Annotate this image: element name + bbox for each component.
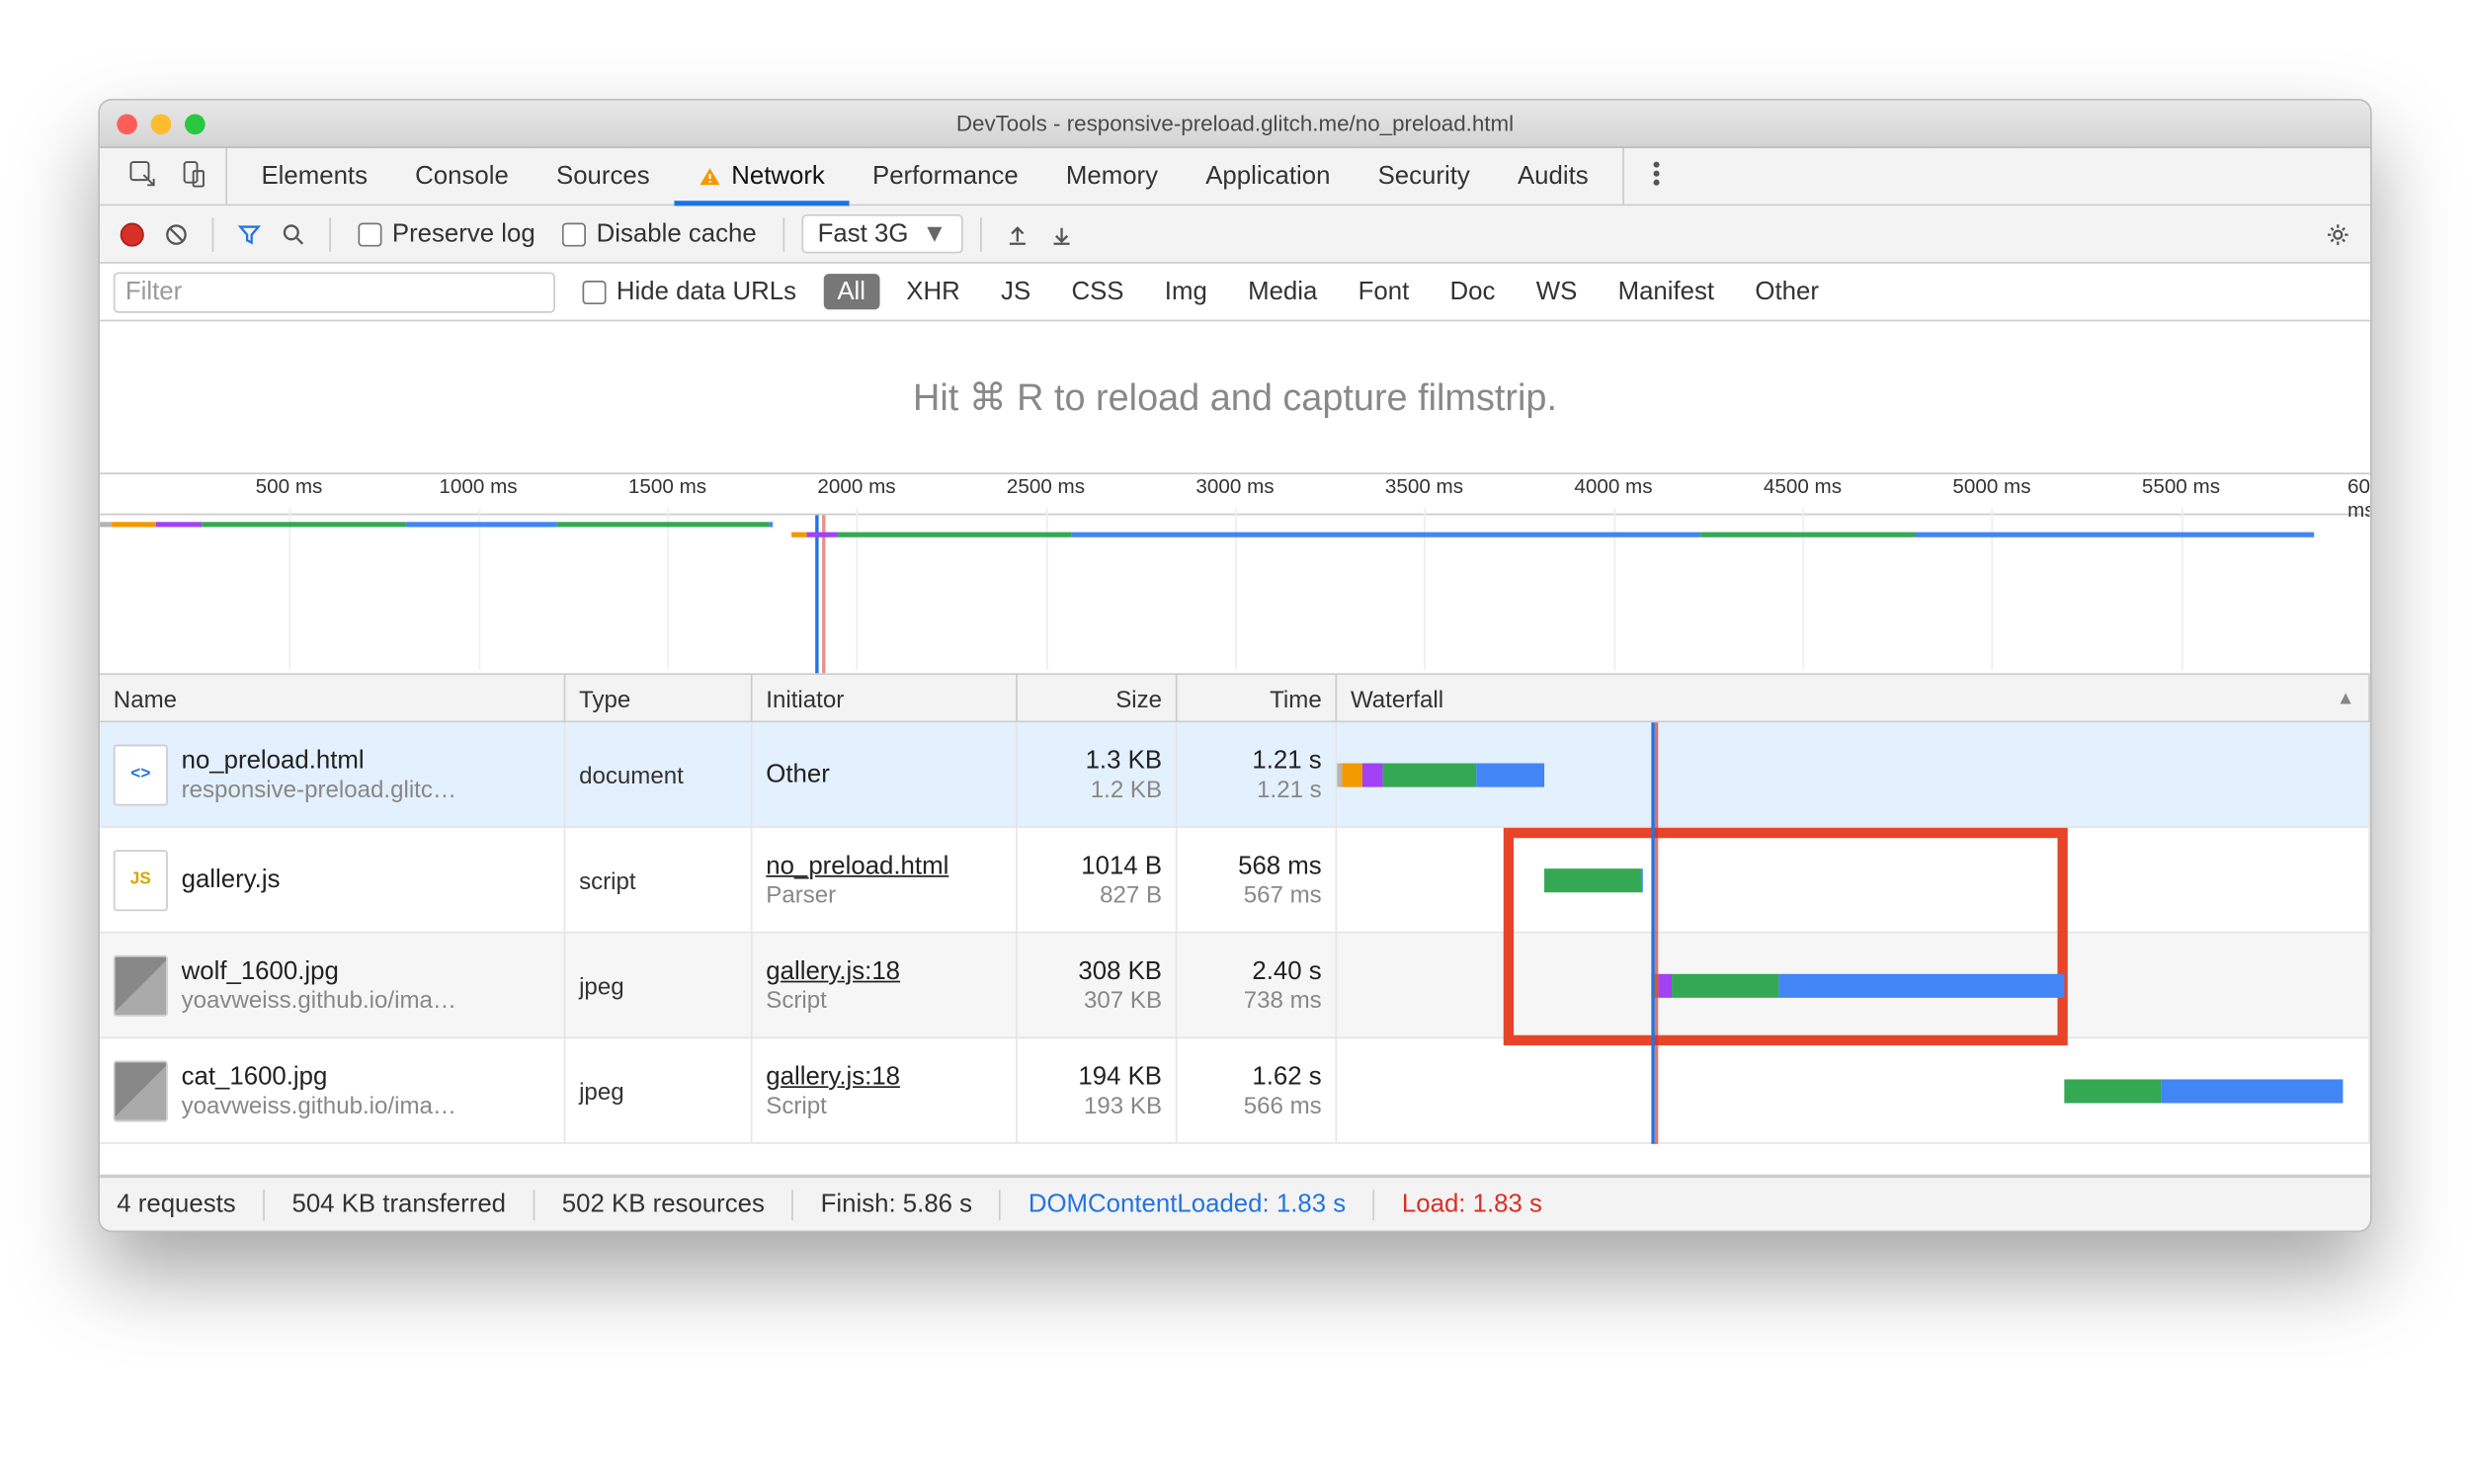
filter-type-all[interactable]: All [824,274,879,309]
inspect-icon[interactable] [127,158,158,194]
ruler-tick: 2000 ms [817,474,895,498]
header-size[interactable]: Size [1018,675,1178,720]
download-har-icon[interactable] [1042,215,1080,253]
zoom-icon[interactable] [185,114,206,134]
request-table: Name Type Initiator Size Time Waterfall … [100,675,2370,1176]
upload-har-icon[interactable] [998,215,1035,253]
tab-application[interactable]: Application [1182,148,1354,205]
tab-network[interactable]: Network [674,148,849,205]
tab-security[interactable]: Security [1355,148,1494,205]
window-title: DevTools - responsive-preload.glitch.me/… [100,111,2370,136]
table-row[interactable]: JSgallery.jsscriptno_preload.htmlParser1… [100,828,2370,934]
tab-elements[interactable]: Elements [237,148,391,205]
record-button[interactable] [114,215,151,253]
header-name[interactable]: Name [100,675,565,720]
disable-cache-checkbox[interactable]: Disable cache [562,219,756,248]
overview-timeline[interactable]: 500 ms 1000 ms 1500 ms 2000 ms 2500 ms 3000 m… [100,474,2370,675]
tab-performance[interactable]: Performance [849,148,1042,205]
ruler-tick: 5500 ms [2142,474,2220,498]
filter-input[interactable]: Filter [114,272,555,312]
ruler-tick: 1500 ms [628,474,706,498]
ruler-tick: 3500 ms [1385,474,1463,498]
ruler-tick: 500 ms [256,474,323,498]
filter-type-font[interactable]: Font [1345,274,1423,309]
ruler-tick: 3000 ms [1195,474,1274,498]
waterfall-cell[interactable] [1337,828,2370,932]
tab-memory[interactable]: Memory [1042,148,1182,205]
waterfall-cell[interactable] [1337,934,2370,1037]
filmstrip-hint: Hit ⌘ R to reload and capture filmstrip. [100,321,2370,474]
tab-audits[interactable]: Audits [1494,148,1612,205]
filter-type-ws[interactable]: WS [1523,274,1591,309]
status-requests: 4 requests [117,1190,235,1218]
ruler-tick: 4500 ms [1764,474,1842,498]
filter-type-js[interactable]: JS [987,274,1044,309]
filter-type-manifest[interactable]: Manifest [1605,274,1728,309]
ruler-tick: 5000 ms [1952,474,2030,498]
filter-type-css[interactable]: CSS [1058,274,1138,309]
status-load: Load: 1.83 s [1402,1190,1542,1218]
devtools-window: DevTools - responsive-preload.glitch.me/… [98,99,2371,1232]
tab-console[interactable]: Console [391,148,533,205]
kebab-menu-icon[interactable] [1641,158,1672,194]
document-icon: <> [114,744,168,805]
ruler-tick: 4000 ms [1574,474,1652,498]
image-icon [114,954,168,1016]
clear-button[interactable] [158,215,196,253]
script-icon: JS [114,849,168,910]
ruler-tick: 1000 ms [439,474,517,498]
waterfall-cell[interactable] [1337,1038,2370,1142]
status-finish: Finish: 5.86 s [821,1190,972,1218]
header-time[interactable]: Time [1178,675,1338,720]
header-type[interactable]: Type [565,675,752,720]
load-line [822,515,825,673]
table-header[interactable]: Name Type Initiator Size Time Waterfall [100,675,2370,722]
settings-icon[interactable] [2319,215,2356,253]
table-row[interactable]: cat_1600.jpgyoavweiss.github.io/ima…jpeg… [100,1038,2370,1144]
filter-toggle-button[interactable] [230,215,268,253]
status-dcl: DOMContentLoaded: 1.83 s [1029,1190,1346,1218]
throttling-select[interactable]: Fast 3G▼ [802,214,962,254]
traffic-lights [117,114,205,134]
waterfall-cell[interactable] [1337,722,2370,826]
filter-type-media[interactable]: Media [1234,274,1331,309]
table-row[interactable]: <>no_preload.htmlresponsive-preload.glit… [100,722,2370,828]
header-waterfall[interactable]: Waterfall [1337,675,2370,720]
minimize-icon[interactable] [151,114,172,134]
close-icon[interactable] [117,114,137,134]
table-row[interactable]: wolf_1600.jpgyoavweiss.github.io/ima…jpe… [100,934,2370,1039]
status-transferred: 504 KB transferred [291,1190,506,1218]
header-initiator[interactable]: Initiator [753,675,1018,720]
filter-type-img[interactable]: Img [1151,274,1221,309]
ruler-tick: 2500 ms [1007,474,1085,498]
preserve-log-checkbox[interactable]: Preserve log [358,219,535,248]
image-icon [114,1060,168,1121]
filter-type-doc[interactable]: Doc [1437,274,1509,309]
hide-data-urls-checkbox[interactable]: Hide data URLs [583,278,797,306]
status-bar: 4 requests 504 KB transferred 502 KB res… [100,1176,2370,1230]
filter-type-xhr[interactable]: XHR [893,274,974,309]
chevron-down-icon: ▼ [922,219,947,248]
search-button[interactable] [275,215,312,253]
titlebar: DevTools - responsive-preload.glitch.me/… [100,101,2370,148]
dcl-line [815,515,818,673]
status-resources: 502 KB resources [562,1190,765,1218]
network-toolbar: Preserve log Disable cache Fast 3G▼ [100,206,2370,263]
tab-sources[interactable]: Sources [533,148,674,205]
filter-bar: Filter Hide data URLs All XHR JS CSS Img Medi… [100,264,2370,321]
device-toggle-icon[interactable] [178,158,208,194]
panel-tabs: ElementsConsoleSourcesNetworkPerformance… [100,148,2370,206]
filter-type-other[interactable]: Other [1742,274,1833,309]
